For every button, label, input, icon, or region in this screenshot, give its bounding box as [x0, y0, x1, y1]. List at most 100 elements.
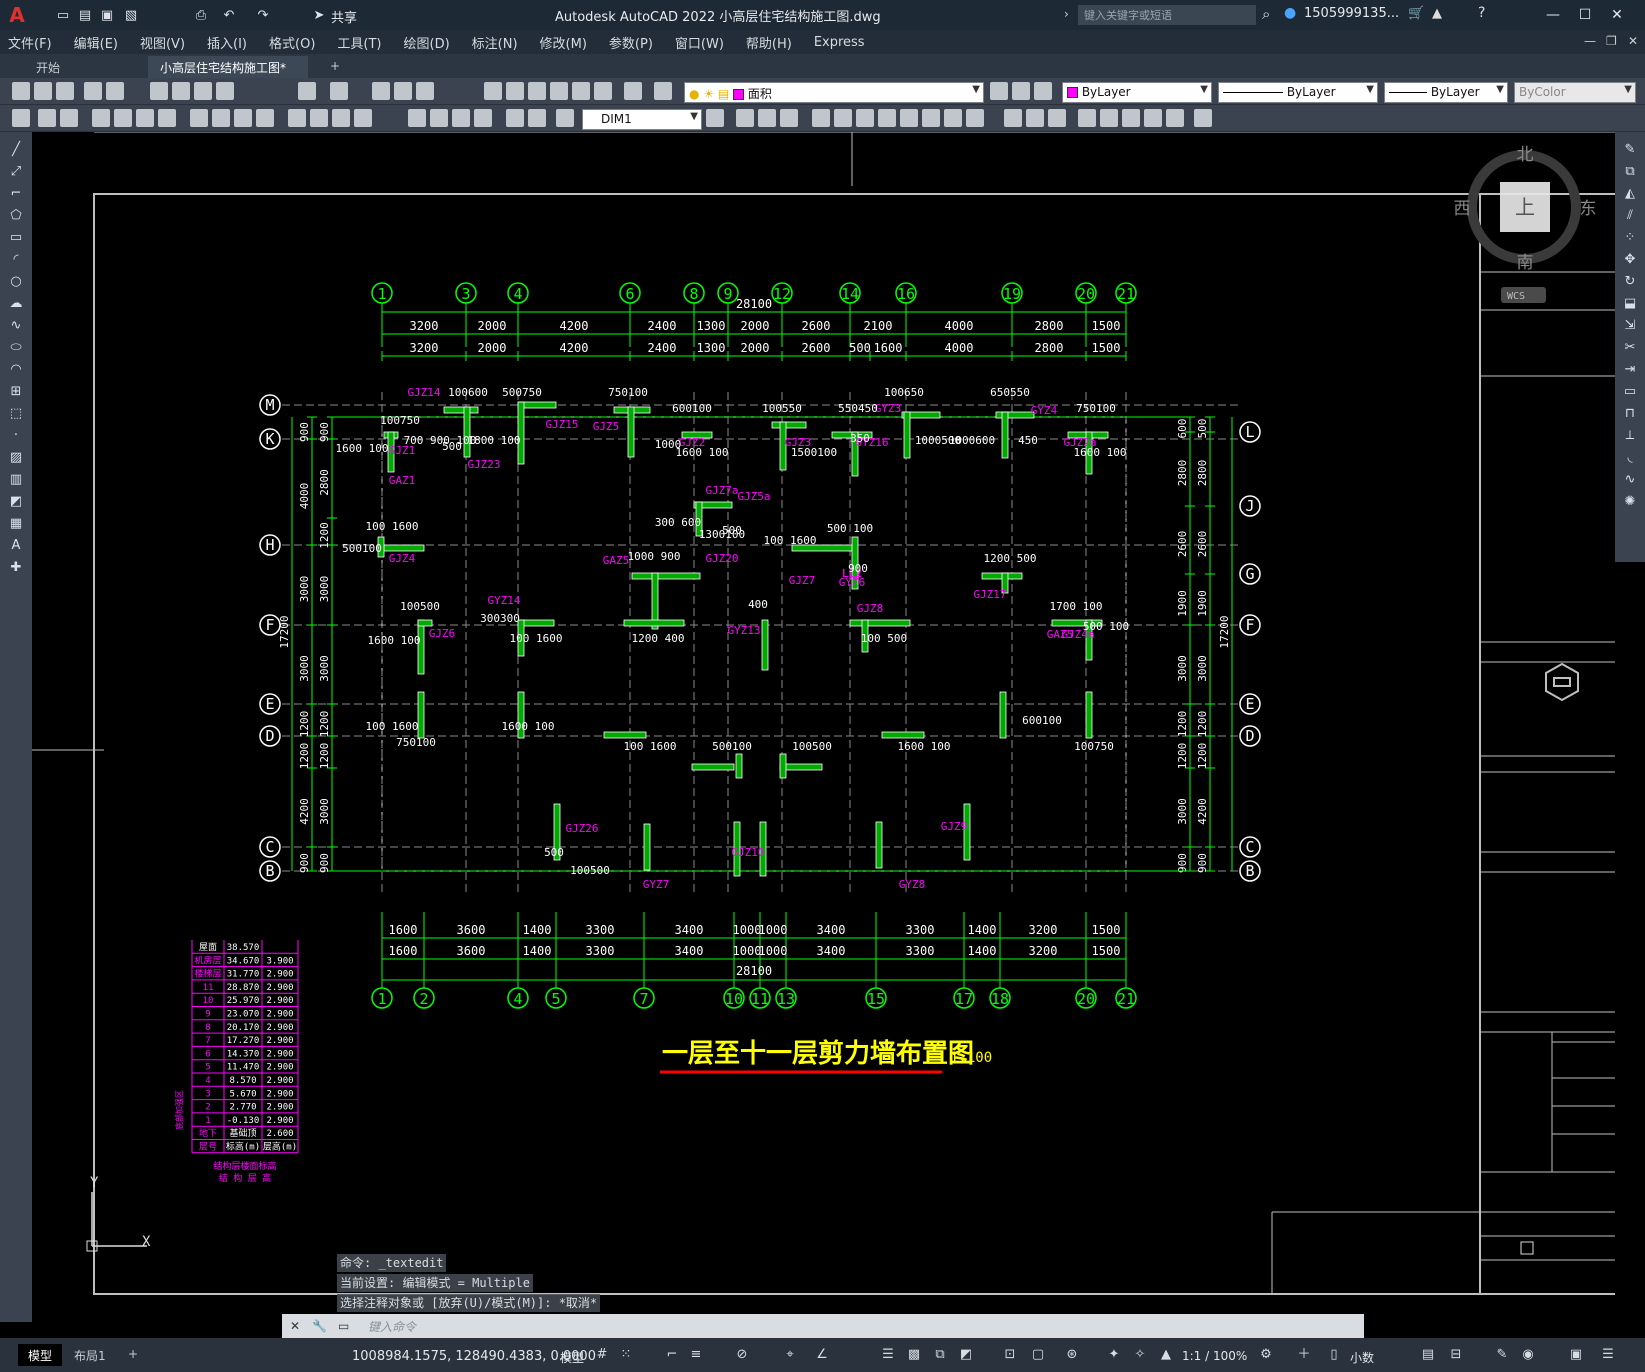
- dim-radius-icon[interactable]: [190, 109, 208, 127]
- tab-start[interactable]: 开始: [24, 56, 144, 78]
- jog-linear-icon[interactable]: [474, 109, 492, 127]
- menu-insert[interactable]: 插入(I): [207, 33, 247, 52]
- circle-icon[interactable]: ○: [7, 274, 25, 290]
- zoom-window-icon[interactable]: [416, 82, 434, 100]
- mtext-icon[interactable]: A: [7, 538, 25, 554]
- plot-icon[interactable]: [84, 82, 102, 100]
- make-current-icon[interactable]: [990, 82, 1008, 100]
- extrude-icon[interactable]: [812, 109, 830, 127]
- polygon-icon[interactable]: ⬠: [7, 208, 25, 224]
- add-layout-button[interactable]: +: [118, 1344, 148, 1366]
- scale-icon[interactable]: ⬓: [1621, 296, 1639, 312]
- selection-filter-icon[interactable]: ▢: [1030, 1347, 1046, 1363]
- viewcube-top[interactable]: 上: [1515, 195, 1535, 219]
- zoom-realtime-icon[interactable]: [394, 82, 412, 100]
- menu-dimension[interactable]: 标注(N): [472, 33, 518, 52]
- dim-continue-icon[interactable]: [332, 109, 350, 127]
- 3d-osnap-icon[interactable]: ◩: [958, 1347, 974, 1363]
- trim-icon[interactable]: ✂: [1621, 340, 1639, 356]
- vport-icon[interactable]: [38, 109, 56, 127]
- menu-view[interactable]: 视图(V): [140, 33, 185, 52]
- point-icon[interactable]: ·: [7, 428, 25, 444]
- quick-properties-icon[interactable]: ▤: [1420, 1347, 1436, 1363]
- separate-icon[interactable]: [1100, 109, 1118, 127]
- maximize-button[interactable]: ☐: [1570, 3, 1600, 27]
- save-as-icon[interactable]: ▧: [120, 4, 142, 26]
- revolve-icon[interactable]: [878, 109, 896, 127]
- join-icon[interactable]: ⊓: [1621, 406, 1639, 422]
- properties-icon[interactable]: [484, 82, 502, 100]
- dim-arc-icon[interactable]: [136, 109, 154, 127]
- 3d-mirror-icon[interactable]: [1166, 109, 1184, 127]
- transparency-icon[interactable]: ▩: [906, 1347, 922, 1363]
- model-space-canvas[interactable]: 上 北 南 西 东 WCS 1 3 4 6 8 9 12 14 16 19 20 21 1 2 4 5 7 10 1…: [32, 132, 1615, 1322]
- share-icon[interactable]: ➤: [308, 4, 330, 26]
- rectangle-icon[interactable]: ▭: [7, 230, 25, 246]
- add-tab-button[interactable]: +: [318, 56, 352, 78]
- revcloud-icon[interactable]: ☁: [7, 296, 25, 312]
- plotstyle-dropdown[interactable]: ByColor ▼: [1514, 82, 1636, 103]
- inspect-icon[interactable]: [452, 109, 470, 127]
- help-icon[interactable]: ?: [1478, 5, 1485, 21]
- rotate-icon[interactable]: ↻: [1621, 274, 1639, 290]
- help-icon[interactable]: [624, 82, 642, 100]
- lock-ui-icon[interactable]: ⊟: [1448, 1347, 1464, 1363]
- osnap-icon[interactable]: ∠: [814, 1347, 830, 1363]
- menu-window[interactable]: 窗口(W): [675, 33, 724, 52]
- tab-model[interactable]: 模型: [18, 1344, 63, 1366]
- annotation-scale-icon[interactable]: ▲: [1158, 1347, 1174, 1363]
- autocad-logo-icon[interactable]: A: [0, 0, 34, 30]
- viewcube-north[interactable]: 北: [1517, 145, 1534, 165]
- matchprop-icon[interactable]: [216, 82, 234, 100]
- mirror-icon[interactable]: ◭: [1621, 186, 1639, 202]
- plot-icon[interactable]: ⎙: [190, 4, 212, 26]
- save-icon[interactable]: [56, 82, 74, 100]
- minimize-button[interactable]: —: [1538, 3, 1568, 27]
- arc-icon[interactable]: ◜: [7, 252, 25, 268]
- command-line[interactable]: ✕ 🔧 ▭ 键入命令: [282, 1314, 1364, 1338]
- explode-icon[interactable]: ✺: [1621, 494, 1639, 510]
- blend-icon[interactable]: ∿: [1621, 472, 1639, 488]
- viewcube-east[interactable]: 东: [1580, 199, 1597, 219]
- grid-icon[interactable]: #: [594, 1347, 610, 1363]
- undo-icon[interactable]: [298, 82, 316, 100]
- sheetset-icon[interactable]: [550, 82, 568, 100]
- center-mark-icon[interactable]: [430, 109, 448, 127]
- viewcube[interactable]: 上 北 南 西 东 WCS: [1454, 145, 1597, 303]
- space-toggle[interactable]: 模型: [560, 1349, 584, 1366]
- chevron-right-icon[interactable]: ›: [1064, 7, 1069, 21]
- chamfer-icon[interactable]: ⟂: [1621, 428, 1639, 444]
- isolate-objects-icon[interactable]: ✎: [1494, 1347, 1510, 1363]
- solid-wedge-icon[interactable]: [758, 109, 776, 127]
- search-icon[interactable]: ⌕: [1262, 5, 1270, 23]
- break-icon[interactable]: ▭: [1621, 384, 1639, 400]
- array-icon[interactable]: ⁘: [1621, 230, 1639, 246]
- lineweight-icon[interactable]: ☰: [880, 1347, 896, 1363]
- tolerance-icon[interactable]: [408, 109, 426, 127]
- erase-icon[interactable]: ✎: [1621, 142, 1639, 158]
- snap-icon[interactable]: ⁙: [618, 1347, 634, 1363]
- save-icon[interactable]: ▣: [96, 4, 118, 26]
- dimstyle-dropdown[interactable]: DIM1 ▼: [582, 109, 702, 130]
- open-icon[interactable]: [34, 82, 52, 100]
- customization-icon[interactable]: ☰: [1600, 1347, 1616, 1363]
- thicken-icon[interactable]: [1122, 109, 1140, 127]
- subtract-icon[interactable]: [944, 109, 962, 127]
- dim-diameter-icon[interactable]: [234, 109, 252, 127]
- annotation-scale[interactable]: 1:1 / 100%: [1182, 1349, 1247, 1363]
- menu-help[interactable]: 帮助(H): [746, 33, 792, 52]
- viewcube-south[interactable]: 南: [1517, 253, 1534, 273]
- layer-dropdown[interactable]: ● ☀ ▤ 面积 ▼: [684, 82, 984, 103]
- layer-previous-icon[interactable]: [1012, 82, 1030, 100]
- fillet-icon[interactable]: ◟: [1621, 450, 1639, 466]
- offset-icon[interactable]: ⫽: [1621, 208, 1639, 224]
- menu-parametric[interactable]: 参数(P): [609, 33, 653, 52]
- annotation-visibility-icon[interactable]: ✦: [1106, 1347, 1122, 1363]
- preview-icon[interactable]: [106, 82, 124, 100]
- close-command-icon[interactable]: ✕: [290, 1319, 300, 1333]
- close-button[interactable]: ✕: [1602, 3, 1632, 27]
- dim-linear-icon[interactable]: [92, 109, 110, 127]
- dim-ordinate-icon[interactable]: [158, 109, 176, 127]
- table-icon[interactable]: ▦: [7, 516, 25, 532]
- ellipse-arc-icon[interactable]: ◠: [7, 362, 25, 378]
